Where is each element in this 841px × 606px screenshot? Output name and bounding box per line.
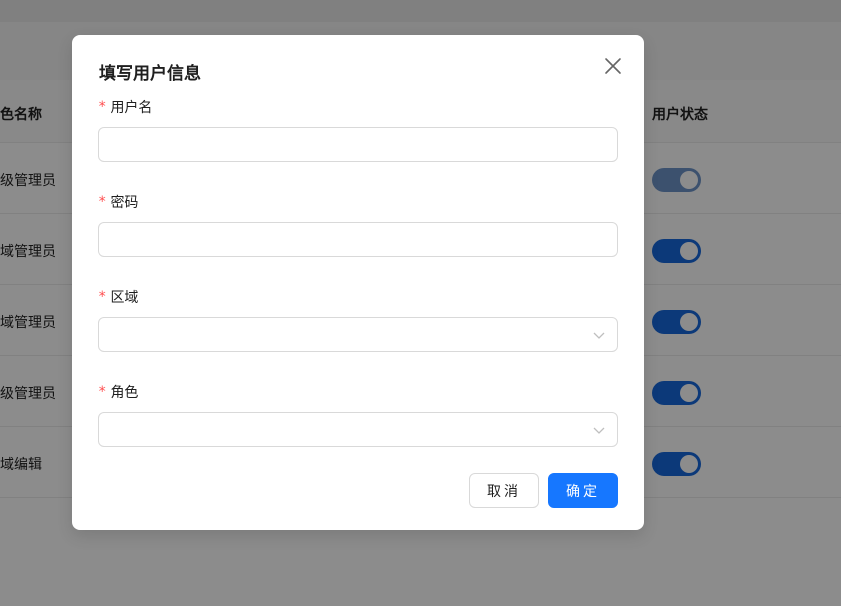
region-select[interactable] [98,317,618,352]
chevron-down-icon [593,329,605,341]
role-select[interactable] [98,412,618,447]
required-mark: * [98,99,107,115]
confirm-button[interactable]: 确定 [548,473,618,508]
region-label: 区域 [110,290,139,306]
form-label-password: * 密码 [98,191,618,213]
form-item-username: * 用户名 [98,96,618,162]
required-mark: * [98,289,107,305]
username-label: 用户名 [110,100,153,116]
password-input[interactable] [99,223,617,256]
form-item-role: * 角色 [98,381,618,447]
form-label-username: * 用户名 [98,96,618,118]
password-field[interactable] [98,222,618,257]
cancel-button[interactable]: 取消 [469,473,539,508]
password-label: 密码 [110,195,139,211]
required-mark: * [98,384,107,400]
close-button[interactable] [602,55,624,77]
required-mark: * [98,194,107,210]
form-label-region: * 区域 [98,286,618,308]
dialog-title: 填写用户信息 [99,64,201,84]
chevron-down-icon [593,424,605,436]
form-item-password: * 密码 [98,191,618,257]
form-label-role: * 角色 [98,381,618,403]
role-label: 角色 [110,385,139,401]
username-field[interactable] [98,127,618,162]
close-icon [605,58,621,74]
form-item-region: * 区域 [98,286,618,352]
user-info-dialog: 填写用户信息 * 用户名 * 密码 * 区域 * 角色 取消 确定 [72,35,644,530]
username-input[interactable] [99,128,617,161]
